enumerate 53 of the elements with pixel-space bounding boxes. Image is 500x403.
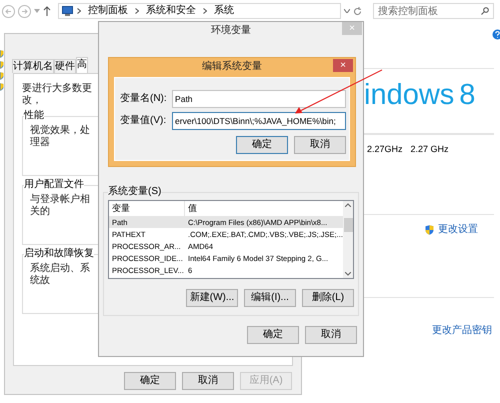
dialog-button[interactable]: 取消 (182, 372, 234, 390)
up-arrow-icon[interactable] (43, 6, 51, 16)
group-title: 系统变量(S) (108, 186, 162, 198)
group-title: 启动和故障恢复 (24, 248, 94, 260)
variables-list[interactable] (108, 200, 354, 279)
help-icon[interactable] (492, 29, 500, 40)
windows-logo-text: indows (364, 81, 454, 110)
cpu-speed-text: 2.27 GHz (410, 144, 449, 156)
dialog-button[interactable]: 确定 (247, 326, 299, 344)
group-description: 系统启动、系统故 (30, 263, 91, 287)
dialog-button[interactable]: 确定 (236, 136, 288, 154)
search-field[interactable]: 搜索控制面板 (373, 3, 494, 19)
chevron-icon[interactable] (203, 8, 207, 14)
scroll-up-icon[interactable] (345, 203, 352, 207)
group-title: 性能 (24, 110, 44, 122)
scroll-thumb[interactable] (344, 218, 353, 232)
change-product-key-link[interactable]: 更改产品密钥 (432, 325, 492, 336)
field-label: 变量值(V): (120, 115, 168, 127)
input-field[interactable]: Path (172, 90, 346, 108)
dialog-title: 环境变量 (211, 25, 251, 37)
dialog-button[interactable]: 取消 (294, 136, 346, 154)
tab[interactable]: 高 (76, 57, 88, 73)
group-description: 与登录帐户相关的 (30, 194, 91, 218)
search-icon[interactable] (481, 7, 489, 15)
intro-text: 要进行大多数更改， (22, 83, 92, 107)
breadcrumb-item[interactable]: 系统 (211, 5, 237, 17)
group-title: 用户配置文件 (24, 179, 84, 191)
close-button[interactable]: × (333, 59, 353, 72)
refresh-icon[interactable] (353, 6, 362, 16)
chevron-icon[interactable] (77, 8, 81, 14)
list-action-button[interactable]: 删除(L) (302, 289, 354, 307)
column-header[interactable]: 值 (185, 203, 343, 214)
breadcrumb-item[interactable]: 控制面板 (85, 5, 131, 17)
breadcrumb-item[interactable]: 系统和安全 (143, 5, 199, 17)
list-action-button[interactable]: 编辑(I)... (244, 289, 296, 307)
windows-version-text: 8 (459, 81, 476, 110)
tab[interactable]: 计算机名 (12, 59, 54, 73)
computer-icon (62, 6, 73, 16)
group-description: 视觉效果，处理器 (30, 125, 91, 149)
chevron-icon[interactable] (135, 8, 139, 14)
cpu-speed-text: 2.27GHz (367, 144, 403, 156)
list-action-button[interactable]: 新建(W)... (186, 289, 238, 307)
shield-icon (425, 225, 434, 235)
dialog-button[interactable]: 取消 (305, 326, 357, 344)
caret-icon[interactable] (34, 9, 40, 13)
input-field[interactable]: erver\100\DTS\Binn\;%JAVA_HOME%\bin; (172, 112, 346, 130)
scroll-down-icon[interactable] (345, 272, 352, 276)
caret-icon[interactable] (344, 9, 350, 13)
field-label: 变量名(N): (120, 93, 168, 105)
dialog-title: 编辑系统变量 (202, 61, 262, 73)
tab[interactable]: 硬件 (54, 59, 76, 73)
dialog-button[interactable]: 确定 (124, 372, 176, 390)
change-settings-link[interactable]: 更改设置 (425, 224, 478, 236)
